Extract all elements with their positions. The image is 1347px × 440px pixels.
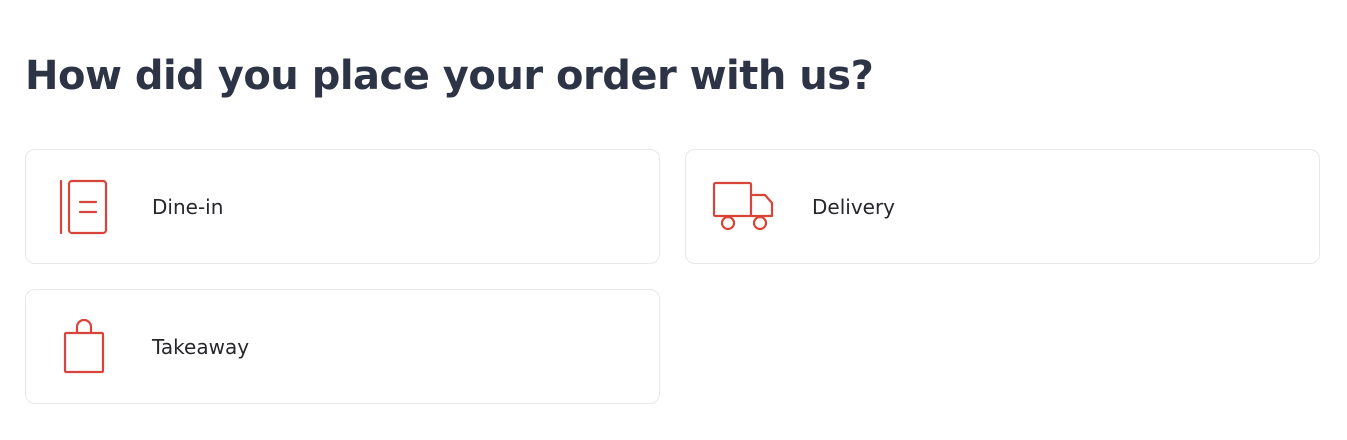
page-title: How did you place your order with us?	[25, 53, 874, 99]
shopping-bag-icon	[52, 316, 116, 378]
order-method-page: How did you place your order with us? Di…	[0, 0, 1347, 440]
order-method-options: Dine-in Delivery Takeaway	[25, 149, 1320, 404]
option-delivery[interactable]: Delivery	[685, 149, 1320, 264]
option-label: Takeaway	[152, 334, 250, 359]
delivery-truck-icon	[712, 176, 776, 238]
option-label: Delivery	[812, 194, 896, 219]
option-takeaway[interactable]: Takeaway	[25, 289, 660, 404]
option-label: Dine-in	[152, 194, 224, 219]
menu-book-icon	[52, 176, 116, 238]
option-dine-in[interactable]: Dine-in	[25, 149, 660, 264]
